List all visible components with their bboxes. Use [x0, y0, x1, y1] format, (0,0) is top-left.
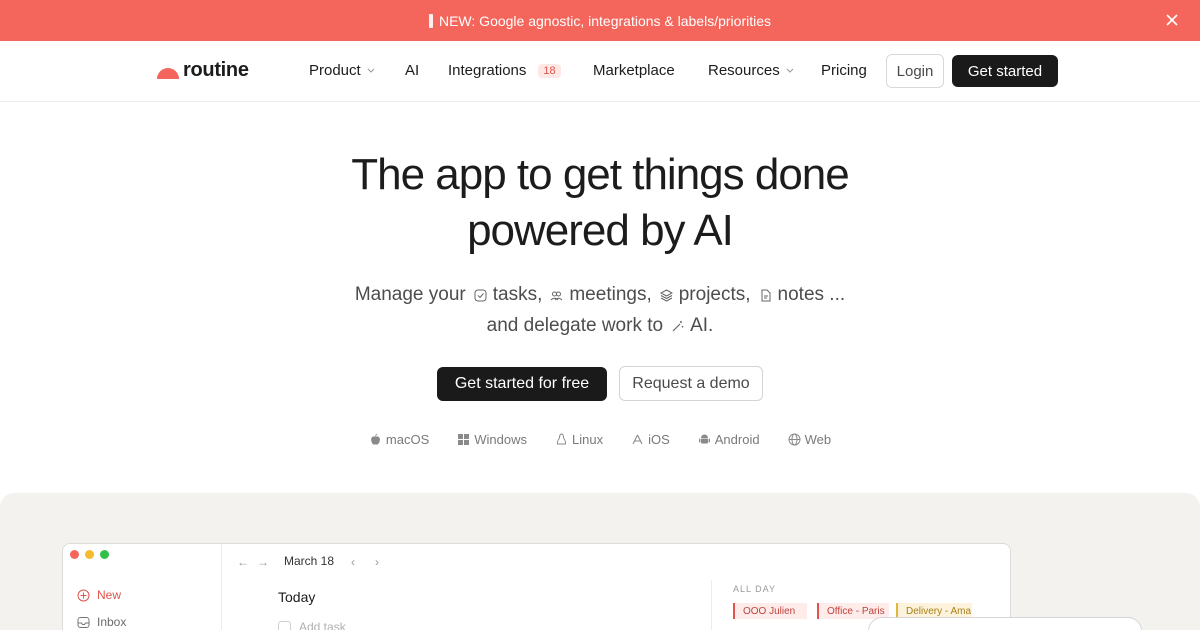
platform-label: Linux [572, 432, 604, 447]
add-task-label: Add task [299, 620, 346, 630]
sidebar-item-label: New [97, 588, 122, 602]
calendar-event[interactable]: OOO Julien [733, 603, 807, 619]
note-icon [761, 289, 771, 301]
nav-item-marketplace[interactable]: Marketplace [593, 62, 675, 79]
hero-title-line2: powered by AI [467, 206, 734, 255]
windows-icon [458, 434, 470, 445]
all-day-label: ALL DAY [733, 584, 777, 594]
android-icon [698, 434, 710, 444]
platform-list: macOS Windows Linux iOS Android Web [0, 432, 1200, 447]
get-started-button[interactable]: Get started [952, 55, 1058, 87]
platform-android[interactable]: Android [698, 432, 760, 447]
linux-penguin-icon [556, 433, 567, 445]
platform-label: macOS [385, 432, 430, 447]
nav-label: Marketplace [593, 62, 675, 79]
sidebar-divider [221, 544, 222, 630]
platform-web[interactable]: Web [788, 432, 832, 447]
people-icon [551, 291, 563, 300]
nav-item-integrations[interactable]: Integrations 18 [448, 62, 561, 79]
platform-macos[interactable]: macOS [369, 432, 429, 447]
subtitle-text: and delegate work to [486, 315, 664, 336]
nav-item-pricing[interactable]: Pricing [821, 62, 867, 79]
maximize-dot-icon [100, 550, 109, 559]
platform-label: Android [714, 432, 760, 447]
platform-label: Web [804, 432, 832, 447]
window-controls [70, 550, 109, 559]
arrow-left-icon[interactable]: ← [237, 555, 249, 569]
close-icon[interactable] [1164, 12, 1180, 28]
current-date: March 18 [284, 554, 335, 568]
platform-windows[interactable]: Windows [457, 432, 527, 447]
nav-item-ai[interactable]: AI [405, 62, 419, 79]
sidebar-item-new[interactable]: New [77, 588, 121, 602]
nav-item-resources[interactable]: Resources [708, 62, 794, 79]
nav-label: AI [405, 62, 420, 79]
hero-subtitle-line2: and delegate work to AI. [0, 315, 1200, 337]
logo-text: routine [183, 59, 249, 81]
nav-item-product[interactable]: Product [309, 62, 375, 79]
top-navigation: routine Product AI Integrations 18 Marke… [0, 41, 1200, 102]
today-heading: Today [278, 589, 316, 605]
bar-icon [428, 13, 433, 28]
platform-label: iOS [648, 432, 670, 447]
chevron-down-icon [786, 68, 794, 73]
sidebar-item-label: Inbox [97, 615, 127, 629]
chevron-left-icon[interactable]: ‹ [351, 555, 355, 569]
hero-subtitle-line1: Manage your tasks, meetings, projects, n… [0, 284, 1200, 306]
add-task-row[interactable]: Add task [278, 620, 346, 630]
sidebar-item-inbox[interactable]: Inbox [77, 615, 126, 629]
inbox-icon [77, 616, 90, 628]
logo[interactable]: routine [157, 59, 249, 82]
platform-ios[interactable]: iOS [631, 432, 670, 447]
plus-circle-icon [77, 589, 90, 601]
globe-icon [788, 433, 801, 446]
chevron-right-icon[interactable]: › [375, 555, 379, 569]
arrow-right-icon[interactable]: → [257, 555, 269, 569]
floating-panel [868, 617, 1142, 630]
nav-label: Product [309, 62, 361, 79]
banner-text: NEW: Google agnostic, integrations & lab… [438, 12, 771, 29]
platform-label: Windows [474, 432, 528, 447]
request-demo-button[interactable]: Request a demo [619, 366, 763, 401]
calendar-divider [711, 580, 712, 630]
layers-icon [659, 288, 673, 302]
apple-icon [371, 433, 380, 445]
magic-wand-icon [672, 320, 684, 331]
integrations-count-badge: 18 [538, 63, 561, 78]
subtitle-tasks: tasks, [492, 284, 543, 305]
logo-mark-icon [157, 68, 179, 79]
announcement-banner[interactable]: NEW: Google agnostic, integrations & lab… [0, 0, 1200, 41]
checkbox-icon [474, 289, 487, 301]
chevron-down-icon [367, 68, 375, 73]
platform-linux[interactable]: Linux [555, 432, 603, 447]
checkbox-icon [278, 620, 291, 630]
get-started-free-button[interactable]: Get started for free [437, 367, 607, 401]
app-store-icon [632, 434, 643, 445]
hero-title-line1: The app to get things done [351, 150, 850, 199]
subtitle-text: Manage your [354, 284, 466, 305]
nav-label: Resources [708, 62, 780, 79]
nav-label: Pricing [821, 62, 867, 79]
close-dot-icon [70, 550, 79, 559]
login-button[interactable]: Login [886, 54, 944, 88]
subtitle-projects: projects, [678, 284, 751, 305]
subtitle-ai: AI. [690, 315, 714, 336]
nav-label: Integrations [448, 62, 527, 79]
subtitle-notes: notes ... [777, 284, 846, 305]
subtitle-meetings: meetings, [569, 284, 652, 305]
app-window-preview: New Inbox ← → March 18 ‹ › Today Add tas… [62, 543, 1011, 630]
minimize-dot-icon [85, 550, 94, 559]
